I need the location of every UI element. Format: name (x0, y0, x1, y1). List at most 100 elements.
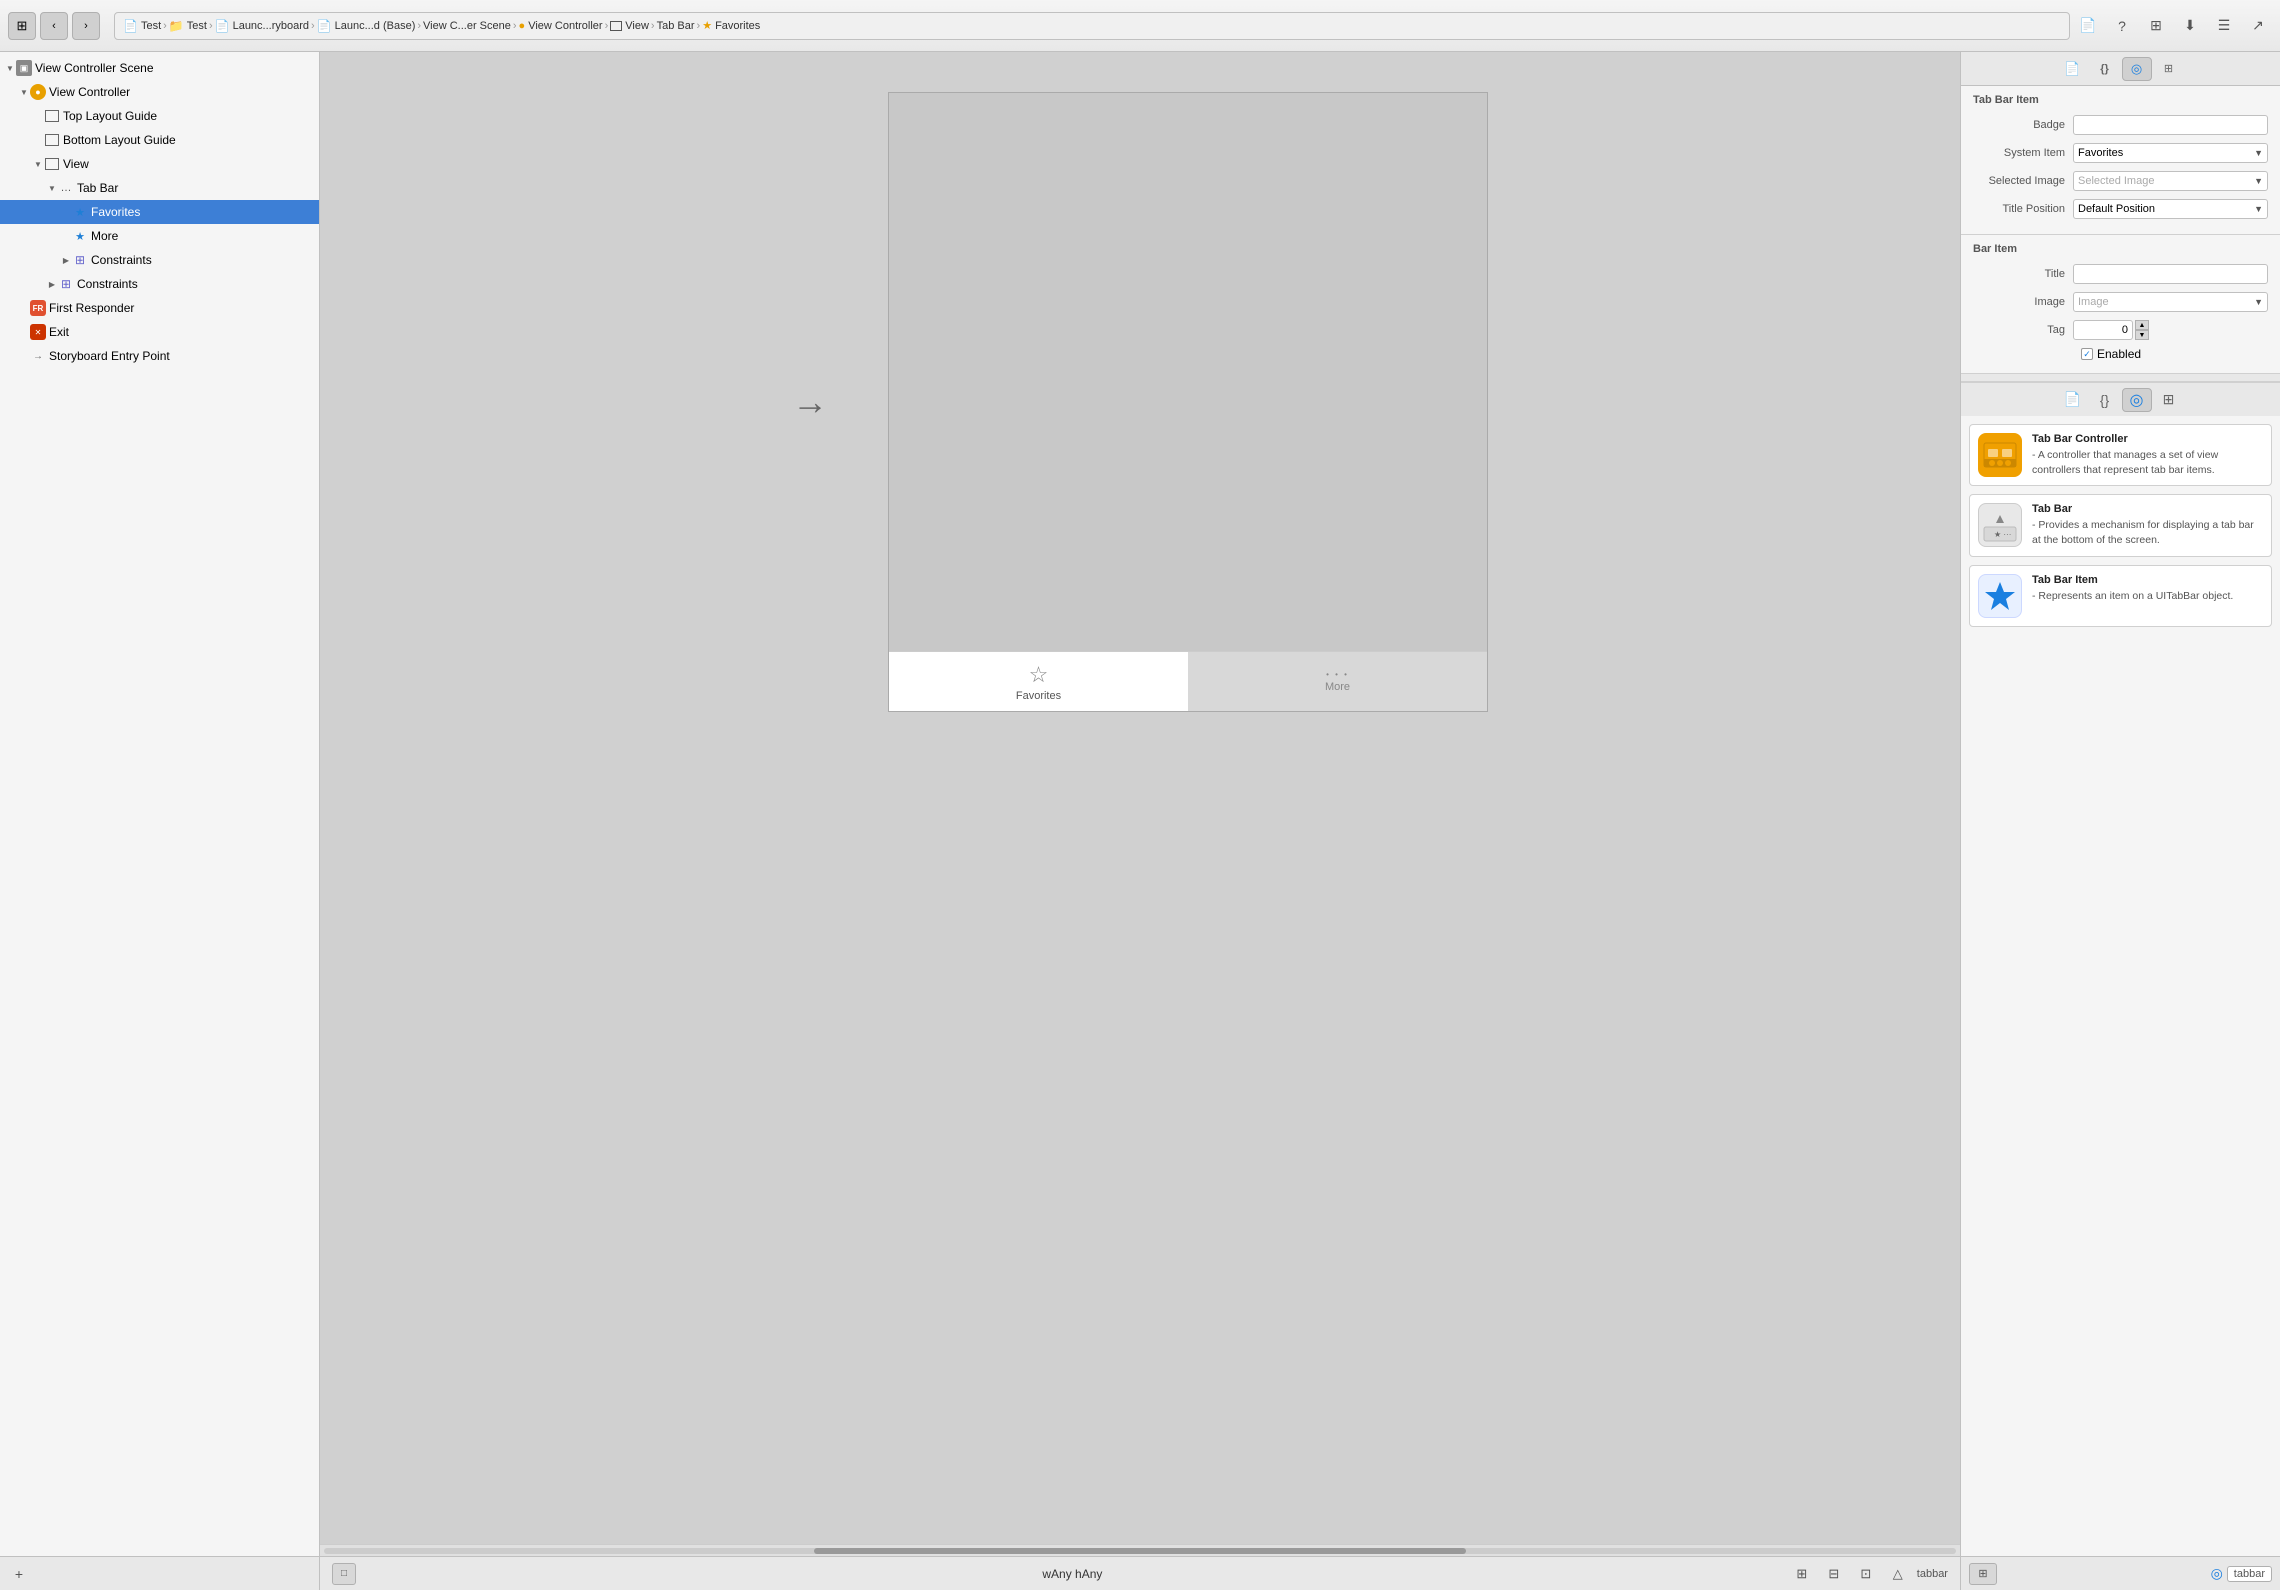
add-btn[interactable]: + (8, 1563, 30, 1585)
tree-item-top-layout[interactable]: Top Layout Guide (0, 104, 319, 128)
scrollbar-thumb[interactable] (814, 1548, 1467, 1554)
canvas-align-btn[interactable]: ⊟ (1821, 1563, 1847, 1585)
triangle-vc-scene[interactable] (4, 62, 16, 74)
tree-item-view[interactable]: View (0, 152, 319, 176)
canvas-scrollbar[interactable] (320, 1544, 1960, 1556)
title-position-select[interactable]: Default Position ▼ (2073, 199, 2268, 219)
system-item-arrow: ▼ (2254, 148, 2263, 158)
lib-tab-4[interactable]: ⊞ (2154, 388, 2184, 412)
canvas-scroll[interactable]: → ☆ Favorites • • • More (320, 52, 1960, 1544)
tree-item-constraints-view[interactable]: ⊞ Constraints (0, 272, 319, 296)
tab-bar-text: Tab Bar - Provides a mechanism for displ… (2032, 503, 2263, 547)
bar-image-select[interactable]: Image ▼ (2073, 292, 2268, 312)
bar-image-placeholder: Image (2078, 296, 2109, 308)
tab-file[interactable]: 📄 (2058, 57, 2088, 81)
bar-title-input[interactable] (2073, 264, 2268, 284)
tree-item-tab-bar[interactable]: … Tab Bar (0, 176, 319, 200)
breadcrumb-item-vc[interactable]: ● View Controller (519, 20, 603, 32)
share-icon-btn[interactable]: ↗ (2244, 12, 2272, 40)
view-icon (44, 156, 60, 172)
back-btn[interactable]: ‹ (40, 12, 68, 40)
left-panel: ▣ View Controller Scene ● View Controlle… (0, 52, 320, 1590)
outline-tree: ▣ View Controller Scene ● View Controlle… (0, 52, 319, 1556)
inspector-tabs: 📄 {} ◎ ⊞ (1961, 52, 2280, 86)
library-icon-btn[interactable]: ⊞ (2142, 12, 2170, 40)
tabbar-item-more[interactable]: • • • More (1188, 652, 1487, 711)
breadcrumb-item-5[interactable]: View C...er Scene (423, 20, 511, 32)
canvas-pin-btn[interactable]: ⊡ (1853, 1563, 1879, 1585)
rp-bottom-left: ⊞ (1969, 1563, 1997, 1585)
lib-tab-1[interactable]: 📄 (2058, 388, 2088, 412)
enabled-label: Enabled (2097, 347, 2141, 361)
toolbar: ⊞ ‹ › 📄 Test › 📁 Test › 📄 Launc...ryboar… (0, 0, 2280, 52)
breadcrumb-item-2[interactable]: 📁 Test (169, 19, 207, 33)
breadcrumb-item-1[interactable]: 📄 Test (123, 19, 161, 33)
rp-bottom-right: ◎ tabbar (2211, 1565, 2272, 1582)
grid-icon-btn[interactable]: ⊞ (8, 12, 36, 40)
rp-grid-btn[interactable]: ⊞ (1969, 1563, 1997, 1585)
tree-item-favorites[interactable]: ★ Favorites (0, 200, 319, 224)
bar-image-label: Image (1973, 296, 2073, 308)
right-panel: 📄 {} ◎ ⊞ Tab Bar Item Badge System Item … (1960, 52, 2280, 1590)
tree-item-vc-scene[interactable]: ▣ View Controller Scene (0, 56, 319, 80)
forward-btn[interactable]: › (72, 12, 100, 40)
triangle-tab-bar[interactable] (46, 182, 58, 194)
ios-content (889, 93, 1487, 651)
enabled-checkbox[interactable]: ✓ (2081, 348, 2093, 360)
favorites-tab-label: Favorites (1016, 690, 1061, 702)
breadcrumb-item-3[interactable]: 📄 Launc...ryboard (215, 19, 309, 33)
tab-quick-help[interactable]: {} (2090, 57, 2120, 81)
first-responder-icon: FR (30, 300, 46, 316)
lib-tab-2[interactable]: {} (2090, 388, 2120, 412)
rp-tabbar-badge[interactable]: tabbar (2227, 1566, 2272, 1582)
desc-card-tab-bar-item: Tab Bar Item - Represents an item on a U… (1969, 565, 2272, 627)
tree-item-exit[interactable]: ✕ Exit (0, 320, 319, 344)
tab-bar-icon: … (58, 180, 74, 196)
system-item-select[interactable]: Favorites ▼ (2073, 143, 2268, 163)
file-icon-btn[interactable]: 📄 (2074, 12, 2102, 40)
entry-point-arrow: → (792, 381, 828, 423)
left-panel-bottom: + (0, 1556, 319, 1590)
lib-tab-3[interactable]: ◎ (2122, 388, 2152, 412)
triangle-view[interactable] (32, 158, 44, 170)
tabbar-item-favorites[interactable]: ☆ Favorites (889, 652, 1188, 711)
tag-stepper-down[interactable]: ▼ (2135, 330, 2149, 340)
tree-item-more[interactable]: ★ More (0, 224, 319, 248)
tab-bar-item-desc-title: Tab Bar Item (2032, 574, 2263, 586)
tree-item-vc[interactable]: ● View Controller (0, 80, 319, 104)
tree-item-bottom-layout[interactable]: Bottom Layout Guide (0, 128, 319, 152)
badge-input[interactable] (2073, 115, 2268, 135)
triangle-vc[interactable] (18, 86, 30, 98)
tag-stepper: ▲ ▼ (2135, 320, 2149, 340)
constraints-tab-label: Constraints (91, 253, 152, 267)
canvas-resolve-btn[interactable]: △ (1885, 1563, 1911, 1585)
breadcrumb-item-4[interactable]: 📄 Launc...d (Base) (317, 19, 416, 33)
inspector-icon-btn[interactable]: ☰ (2210, 12, 2238, 40)
tree-item-constraints-tab[interactable]: ⊞ Constraints (0, 248, 319, 272)
canvas-grid-btn[interactable]: ⊞ (1789, 1563, 1815, 1585)
triangle-constraints-tab[interactable] (60, 254, 72, 266)
first-responder-label: First Responder (49, 301, 134, 315)
canvas-layout-toggle[interactable]: □ (332, 1563, 356, 1585)
breadcrumb-item-tabbar[interactable]: Tab Bar (657, 20, 695, 32)
tag-stepper-up[interactable]: ▲ (2135, 320, 2149, 330)
triangle-constraints-view[interactable] (46, 278, 58, 290)
tab-bar-item-section: Tab Bar Item Badge System Item Favorites… (1961, 86, 2280, 235)
tree-item-storyboard-entry[interactable]: → Storyboard Entry Point (0, 344, 319, 368)
breadcrumb-item-favorites[interactable]: ★ Favorites (702, 19, 760, 32)
selected-image-select[interactable]: Selected Image ▼ (2073, 171, 2268, 191)
bottom-layout-icon (44, 132, 60, 148)
vc-label: View Controller (49, 85, 130, 99)
breadcrumb-item-view[interactable]: View (610, 20, 649, 32)
help-icon-btn[interactable]: ? (2108, 12, 2136, 40)
tree-item-first-responder[interactable]: FR First Responder (0, 296, 319, 320)
main-area: ▣ View Controller Scene ● View Controlle… (0, 52, 2280, 1590)
tab-bar-controller-text: Tab Bar Controller - A controller that m… (2032, 433, 2263, 477)
more-star-icon: ★ (72, 228, 88, 244)
tab-attributes[interactable]: ◎ (2122, 57, 2152, 81)
enabled-row: ✓ Enabled (1973, 347, 2268, 361)
canvas-bottom-right: ⊞ ⊟ ⊡ △ tabbar (1789, 1563, 1948, 1585)
bar-tag-input[interactable]: 0 (2073, 320, 2133, 340)
download-icon-btn[interactable]: ⬇ (2176, 12, 2204, 40)
tab-size[interactable]: ⊞ (2154, 57, 2184, 81)
